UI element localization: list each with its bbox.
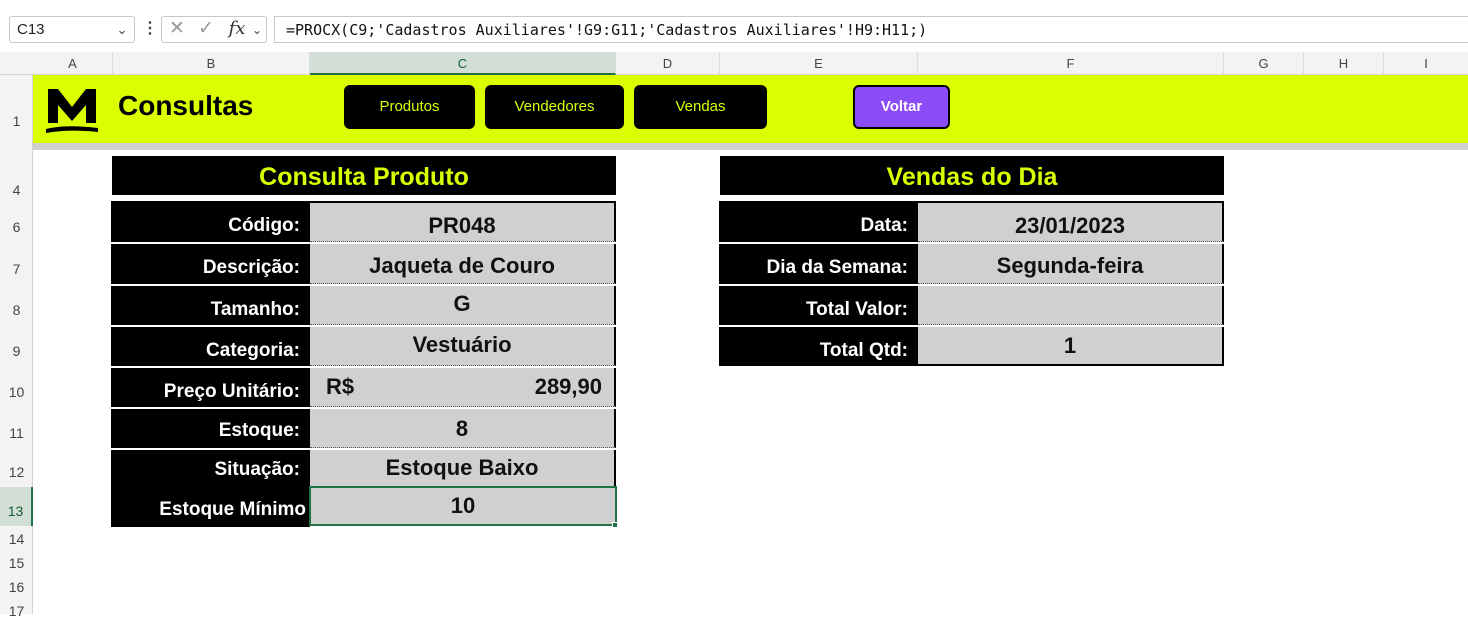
vendedores-button[interactable]: Vendedores	[485, 85, 624, 129]
value-total-qtd[interactable]: 1	[918, 327, 1224, 366]
row-header-6[interactable]: 6	[0, 201, 33, 243]
value-tamanho[interactable]: G	[310, 286, 616, 325]
selection-fill-handle[interactable]	[612, 522, 618, 528]
value-data[interactable]: 23/01/2023	[918, 201, 1224, 242]
value-estoque[interactable]: 8	[310, 409, 616, 448]
label-descricao: Descrição:	[111, 244, 310, 284]
column-header-a[interactable]: A	[33, 52, 113, 75]
row-header-10[interactable]: 10	[0, 367, 33, 408]
price-amount: 289,90	[534, 374, 602, 399]
label-tamanho: Tamanho:	[111, 286, 310, 325]
column-header-e[interactable]: E	[720, 52, 918, 75]
function-chevron-icon[interactable]: ⌄	[249, 17, 265, 41]
currency-symbol: R$	[326, 374, 355, 399]
row-header-16[interactable]: 16	[0, 574, 33, 598]
row-headers: 1 4 6 7 8 9 10 11 12 13 14 15 16 17	[0, 75, 33, 619]
label-estoque: Estoque:	[111, 409, 310, 448]
voltar-button[interactable]: Voltar	[853, 85, 950, 129]
value-descricao[interactable]: Jaqueta de Couro	[310, 244, 616, 284]
column-header-c[interactable]: C	[310, 52, 616, 75]
column-header-i[interactable]: I	[1384, 52, 1468, 75]
value-preco-unitario[interactable]: R$ 289,90	[310, 368, 616, 407]
cancel-icon[interactable]: ✕	[167, 17, 187, 41]
value-categoria[interactable]: Vestuário	[310, 327, 616, 366]
label-codigo: Código:	[111, 201, 310, 242]
row-header-14[interactable]: 14	[0, 526, 33, 550]
column-header-g[interactable]: G	[1224, 52, 1304, 75]
value-situacao[interactable]: Estoque Baixo	[310, 450, 616, 487]
row-header-11[interactable]: 11	[0, 408, 33, 449]
vendas-button[interactable]: Vendas	[634, 85, 767, 129]
row-header-1[interactable]: 1	[0, 75, 33, 150]
column-header-d[interactable]: D	[616, 52, 720, 75]
label-situacao: Situação:	[111, 450, 310, 487]
column-header-h[interactable]: H	[1304, 52, 1384, 75]
more-options-icon[interactable]: ⋮	[142, 18, 158, 40]
company-logo-icon	[46, 89, 98, 133]
column-header-f[interactable]: F	[918, 52, 1224, 75]
label-preco-unitario: Preço Unitário:	[111, 368, 310, 407]
row-header-8[interactable]: 8	[0, 285, 33, 326]
formula-input[interactable]: =PROCX(C9;'Cadastros Auxiliares'!G9:G11;…	[274, 16, 1468, 43]
row-header-17[interactable]: 17	[0, 598, 33, 619]
label-categoria: Categoria:	[111, 327, 310, 366]
row-header-15[interactable]: 15	[0, 550, 33, 574]
value-total-valor[interactable]	[918, 286, 1224, 325]
row-header-7[interactable]: 7	[0, 243, 33, 285]
row-header-9[interactable]: 9	[0, 326, 33, 367]
label-total-qtd: Total Qtd:	[719, 327, 918, 366]
value-estoque-minimo[interactable]: 10	[309, 486, 617, 526]
column-header-b[interactable]: B	[113, 52, 310, 75]
value-codigo[interactable]: PR048	[310, 201, 616, 242]
label-total-valor: Total Valor:	[719, 286, 918, 325]
label-estoque-minimo: Estoque Mínimo	[111, 487, 310, 527]
label-data: Data:	[719, 201, 918, 242]
row-header-13[interactable]: 13	[0, 487, 33, 526]
check-icon[interactable]: ✓	[196, 17, 216, 41]
insert-function-icon[interactable]: fx	[224, 16, 250, 42]
name-box-chevron-icon[interactable]: ⌄	[112, 17, 132, 41]
label-dia-da-semana: Dia da Semana:	[719, 244, 918, 284]
vendas-do-dia-title: Vendas do Dia	[720, 156, 1224, 195]
row-header-12[interactable]: 12	[0, 449, 33, 487]
row-header-4[interactable]: 4	[0, 168, 33, 201]
consulta-produto-title: Consulta Produto	[112, 156, 616, 195]
value-dia-da-semana[interactable]: Segunda-feira	[918, 244, 1224, 284]
banner-divider	[33, 143, 1468, 150]
page-title: Consultas	[118, 90, 254, 121]
produtos-button[interactable]: Produtos	[344, 85, 475, 129]
column-headers: A B C D E F G H I	[0, 52, 1468, 75]
